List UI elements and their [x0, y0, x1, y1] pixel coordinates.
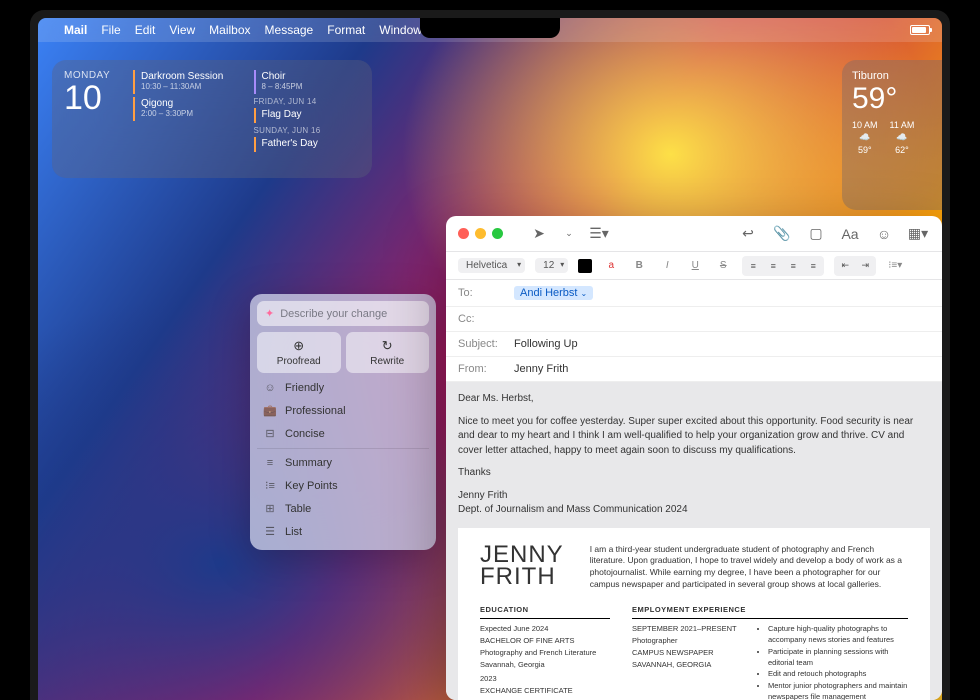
mail-body-editor[interactable]: Dear Ms. Herbst, Nice to meet you for co…	[446, 382, 942, 700]
close-button[interactable]	[458, 228, 469, 239]
align-justify-button[interactable]: ≡	[804, 258, 822, 274]
menu-file[interactable]: File	[101, 23, 120, 37]
cc-label: Cc:	[458, 313, 506, 325]
describe-change-input[interactable]: ✦ Describe your change	[257, 301, 429, 326]
zoom-button[interactable]	[492, 228, 503, 239]
align-right-button[interactable]: ≡	[784, 258, 802, 274]
weather-temp: 59°	[852, 82, 932, 116]
text-color-icon[interactable]: a	[602, 260, 620, 271]
recipient-token[interactable]: Andi Herbst⌄	[514, 286, 593, 300]
proofread-button[interactable]: ⊕ Proofread	[257, 332, 341, 373]
header-toggle-button[interactable]: ☰▾	[587, 222, 611, 246]
resume-bio: I am a third-year student undergraduate …	[590, 544, 908, 592]
list-icon: ☰	[263, 525, 277, 538]
body-greeting: Dear Ms. Herbst,	[458, 392, 930, 407]
writing-tools-panel: ✦ Describe your change ⊕ Proofread ↻ Rew…	[250, 294, 436, 550]
indent-button[interactable]: ⇥	[856, 258, 874, 274]
menu-format[interactable]: Format	[327, 23, 365, 37]
tone-professional[interactable]: 💼Professional	[257, 399, 429, 422]
send-later-chevron[interactable]: ⌄	[557, 222, 581, 246]
body-thanks: Thanks	[458, 466, 930, 481]
weather-widget[interactable]: Tiburon 59° 10 AM ☁️ 59° 11 AM ☁️ 62°	[842, 60, 942, 210]
weather-location: Tiburon	[852, 70, 932, 82]
transform-key-points[interactable]: ⁝≡Key Points	[257, 474, 429, 497]
attach-icon[interactable]: 📎	[770, 222, 794, 246]
cloud-icon: ☁️	[859, 132, 870, 143]
underline-button[interactable]: U	[686, 260, 704, 271]
tone-concise[interactable]: ⊟Concise	[257, 422, 429, 445]
smile-icon: ☺	[263, 382, 277, 394]
experience-bullets: Capture high-quality photographs to acco…	[758, 624, 908, 700]
bold-button[interactable]: B	[630, 260, 648, 271]
calendar-event: Father's Day	[254, 137, 361, 152]
menu-edit[interactable]: Edit	[135, 23, 156, 37]
tone-friendly[interactable]: ☺Friendly	[257, 377, 429, 399]
transform-list[interactable]: ☰List	[257, 520, 429, 543]
calendar-event: Darkroom Session 10:30 – 11:30AM	[133, 70, 240, 94]
table-icon: ⊞	[263, 502, 277, 515]
menu-mailbox[interactable]: Mailbox	[209, 23, 250, 37]
keypoints-icon: ⁝≡	[263, 479, 277, 492]
laptop-notch	[420, 18, 560, 38]
mail-compose-window: ➤ ⌄ ☰▾ ↩ 📎 ▢ Aa ☺ ▦▾ Helvetica 12 a B I …	[446, 216, 942, 700]
briefcase-icon: 💼	[263, 404, 277, 417]
calendar-day: MONDAY	[64, 70, 119, 81]
calendar-event: Choir 8 – 8:45PM	[254, 70, 361, 94]
photo-icon[interactable]: ▢	[804, 222, 828, 246]
rewrite-button[interactable]: ↻ Rewrite	[346, 332, 430, 373]
cloud-icon: ☁️	[896, 132, 907, 143]
list-button[interactable]: ⁝≡▾	[886, 260, 904, 271]
body-paragraph: Nice to meet you for coffee yesterday. S…	[458, 415, 930, 459]
battery-icon[interactable]	[910, 25, 930, 35]
from-label: From:	[458, 363, 506, 375]
strike-button[interactable]: S	[714, 260, 732, 271]
reply-icon[interactable]: ↩	[736, 222, 760, 246]
body-signature: Jenny Frith	[458, 489, 930, 504]
calendar-event: Flag Day	[254, 108, 361, 123]
emoji-icon[interactable]: ☺	[872, 222, 896, 246]
color-swatch[interactable]	[578, 259, 592, 273]
transform-summary[interactable]: ≡Summary	[257, 452, 429, 474]
format-bar: Helvetica 12 a B I U S ≡ ≡ ≡ ≡ ⇤ ⇥ ⁝≡▾	[446, 252, 942, 280]
education-heading: EDUCATION	[480, 605, 610, 619]
summary-icon: ≡	[263, 457, 277, 469]
from-field[interactable]: Jenny Frith	[514, 363, 568, 375]
menu-window[interactable]: Window	[379, 23, 422, 37]
concise-icon: ⊟	[263, 427, 277, 440]
chevron-down-icon[interactable]: ⌄	[580, 289, 587, 298]
calendar-widget[interactable]: MONDAY 10 Darkroom Session 10:30 – 11:30…	[52, 60, 372, 178]
transform-table[interactable]: ⊞Table	[257, 497, 429, 520]
subject-label: Subject:	[458, 338, 506, 350]
font-size-select[interactable]: 12	[535, 258, 568, 273]
rewrite-icon: ↻	[382, 338, 393, 354]
format-icon[interactable]: Aa	[838, 222, 862, 246]
to-label: To:	[458, 287, 506, 299]
menu-view[interactable]: View	[169, 23, 195, 37]
experience-heading: EMPLOYMENT EXPERIENCE	[632, 605, 908, 619]
subject-field[interactable]: Following Up	[514, 338, 578, 350]
outdent-button[interactable]: ⇤	[836, 258, 854, 274]
send-button[interactable]: ➤	[527, 222, 551, 246]
magnify-icon: ⊕	[293, 338, 304, 354]
resume-name: FRITH	[480, 566, 564, 589]
resume-attachment: JENNY FRITH I am a third-year student un…	[458, 528, 930, 700]
media-icon[interactable]: ▦▾	[906, 222, 930, 246]
menu-message[interactable]: Message	[265, 23, 314, 37]
align-center-button[interactable]: ≡	[764, 258, 782, 274]
font-select[interactable]: Helvetica	[458, 258, 525, 273]
body-signature: Dept. of Journalism and Mass Communicati…	[458, 503, 930, 518]
indent-group: ⇤ ⇥	[834, 256, 876, 276]
menu-app[interactable]: Mail	[64, 23, 87, 37]
align-left-button[interactable]: ≡	[744, 258, 762, 274]
italic-button[interactable]: I	[658, 260, 676, 271]
minimize-button[interactable]	[475, 228, 486, 239]
sparkle-icon: ✦	[265, 307, 274, 320]
title-bar[interactable]: ➤ ⌄ ☰▾ ↩ 📎 ▢ Aa ☺ ▦▾	[446, 216, 942, 252]
alignment-group: ≡ ≡ ≡ ≡	[742, 256, 824, 276]
calendar-event: Qigong 2:00 – 3:30PM	[133, 97, 240, 121]
calendar-date: 10	[64, 81, 119, 115]
